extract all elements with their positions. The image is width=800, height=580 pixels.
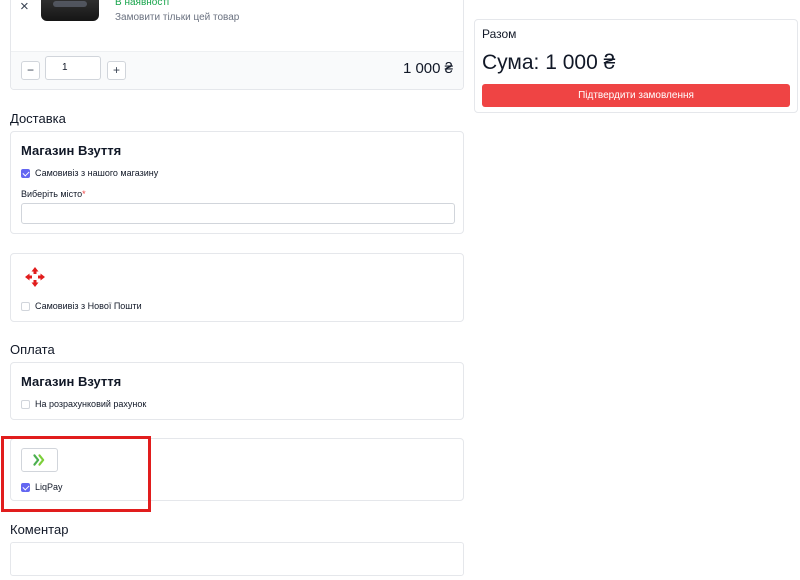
cart-item-card: × В наявності Замовити тільки цей товар … [10, 0, 464, 90]
payment-store-name: Магазин Взуття [21, 374, 122, 389]
summary-title: Разом [482, 27, 517, 41]
delivery-store-option: Магазин Взуття Самовивіз з нашого магази… [10, 131, 464, 234]
order-summary-card: Разом Сума: 1 000 ₴ Підтвердити замовлен… [474, 19, 798, 113]
bank-account-checkbox[interactable] [21, 400, 30, 409]
quantity-decrease-button[interactable]: − [21, 61, 40, 80]
liqpay-highlight-box [1, 436, 151, 512]
cart-item-controls: − 1 + 1 000 ₴ [11, 51, 463, 89]
summary-total: Сума: 1 000 ₴ [482, 51, 616, 74]
store-pickup-checkbox[interactable] [21, 169, 30, 178]
product-thumbnail[interactable] [41, 0, 99, 21]
payment-account-option: Магазин Взуття На розрахунковий рахунок [10, 362, 464, 420]
nova-poshta-logo-icon [25, 267, 45, 287]
quantity-increase-button[interactable]: + [107, 61, 126, 80]
bank-account-label[interactable]: На розрахунковий рахунок [35, 399, 146, 409]
stock-status: В наявності [115, 0, 170, 8]
confirm-order-button[interactable]: Підтвердити замовлення [482, 84, 790, 107]
city-input[interactable] [21, 203, 455, 224]
delivery-nova-poshta-option: Самовивіз з Нової Пошти [10, 253, 464, 322]
payment-title: Оплата [10, 342, 55, 357]
comment-title: Коментар [10, 522, 69, 537]
remove-item-icon[interactable]: × [20, 0, 29, 14]
nova-poshta-label[interactable]: Самовивіз з Нової Пошти [35, 301, 142, 311]
delivery-store-name: Магазин Взуття [21, 143, 122, 158]
cart-item-info: × В наявності Замовити тільки цей товар [11, 0, 463, 51]
comment-input[interactable] [10, 542, 464, 576]
city-label: Виберіть місто* [21, 189, 86, 199]
store-pickup-label[interactable]: Самовивіз з нашого магазину [35, 168, 158, 178]
item-price: 1 000 ₴ [402, 60, 453, 77]
nova-poshta-checkbox[interactable] [21, 302, 30, 311]
delivery-title: Доставка [10, 111, 66, 126]
quantity-input[interactable]: 1 [45, 56, 101, 80]
order-only-this-link[interactable]: Замовити тільки цей товар [115, 12, 239, 23]
required-mark: * [82, 189, 86, 199]
